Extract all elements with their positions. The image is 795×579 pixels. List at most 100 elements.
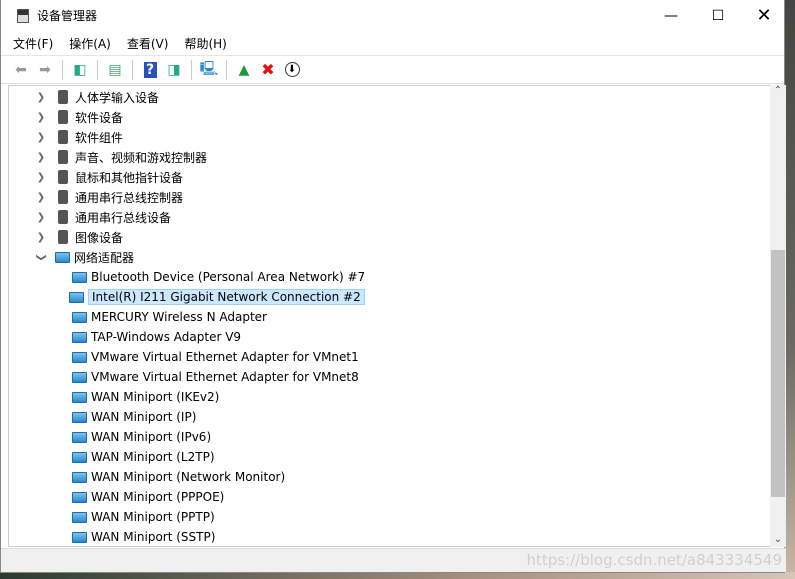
toolbar-separator	[97, 59, 98, 80]
expand-icon[interactable]: ❯	[35, 232, 47, 243]
category-label: 软件组件	[75, 130, 124, 145]
tree-device-item[interactable]: VMware Virtual Ethernet Adapter for VMne…	[72, 367, 359, 387]
speaker-icon	[58, 150, 68, 164]
desktop-background	[0, 572, 795, 579]
menu-view[interactable]: 查看(V)	[127, 35, 169, 52]
tree-category[interactable]: ❯ 通用串行总线控制器	[35, 187, 183, 207]
tree-device-item[interactable]: WAN Miniport (Network Monitor)	[72, 467, 285, 487]
tree-device-item[interactable]: TAP-Windows Adapter V9	[72, 327, 241, 347]
tree-device-item[interactable]: VMware Virtual Ethernet Adapter for VMne…	[72, 347, 359, 367]
toolbar: ⬅ ➡ ◧ ▤ ? ◨ 🖳 ▲ ✖ ⬇	[1, 55, 784, 84]
toolbar-separator	[62, 59, 63, 80]
category-label: 声音、视频和游戏控制器	[75, 150, 208, 165]
collapse-icon[interactable]: ❯	[36, 251, 47, 263]
tree-device-item[interactable]: WAN Miniport (IPv6)	[72, 427, 211, 447]
show-hide-console-tree-icon[interactable]: ◧	[70, 60, 90, 80]
device-label: Bluetooth Device (Personal Area Network)…	[91, 270, 366, 284]
scroll-down-icon[interactable]: ⌄	[770, 534, 786, 545]
device-label: WAN Miniport (SSTP)	[91, 530, 216, 544]
device-label: TAP-Windows Adapter V9	[91, 330, 242, 344]
tree-category[interactable]: ❯ 人体学输入设备	[35, 87, 159, 107]
device-label: WAN Miniport (Network Monitor)	[91, 470, 286, 484]
expand-icon[interactable]: ❯	[35, 152, 47, 163]
software-device-icon	[58, 110, 68, 124]
update-driver-icon[interactable]: ▲	[234, 60, 254, 80]
expand-icon[interactable]: ❯	[35, 112, 47, 123]
action-pane-icon[interactable]: ◨	[164, 60, 184, 80]
forward-icon[interactable]: ➡	[35, 60, 55, 80]
expand-icon[interactable]: ❯	[35, 92, 47, 103]
uninstall-icon[interactable]: ✖	[258, 60, 278, 80]
tree-category[interactable]: ❯ 鼠标和其他指针设备	[35, 167, 183, 187]
properties-icon[interactable]: ▤	[105, 60, 125, 80]
watermark: https://blog.csdn.net/a843334549	[526, 551, 782, 569]
network-adapter-icon	[72, 351, 87, 363]
tree-device-item[interactable]: WAN Miniport (PPTP)	[72, 507, 215, 527]
tree-category[interactable]: ❯ 声音、视频和游戏控制器	[35, 147, 207, 167]
category-label: 图像设备	[75, 230, 124, 245]
toolbar-separator	[132, 59, 133, 80]
menu-action[interactable]: 操作(A)	[69, 35, 111, 52]
expand-icon[interactable]: ❯	[35, 132, 47, 143]
tree-device-item[interactable]: MERCURY Wireless N Adapter	[72, 307, 267, 327]
menu-bar: 文件(F) 操作(A) 查看(V) 帮助(H)	[1, 31, 784, 55]
scroll-up-icon[interactable]: ⌃	[770, 85, 786, 96]
scrollbar-thumb[interactable]	[771, 250, 785, 497]
network-adapter-icon	[72, 511, 87, 523]
toolbar-separator	[226, 59, 227, 80]
device-label: VMware Virtual Ethernet Adapter for VMne…	[91, 350, 359, 364]
device-label: MERCURY Wireless N Adapter	[91, 310, 267, 324]
tree-category[interactable]: ❯ 软件设备	[35, 107, 123, 127]
vertical-scrollbar[interactable]: ⌃ ⌄	[770, 85, 786, 547]
tree-category[interactable]: ❯ 图像设备	[35, 227, 123, 247]
mouse-icon	[58, 170, 68, 184]
category-label: 鼠标和其他指针设备	[75, 170, 184, 185]
tree-device-item[interactable]: WAN Miniport (SSTP)	[72, 527, 216, 546]
device-label: WAN Miniport (IPv6)	[91, 430, 212, 444]
network-adapter-icon	[72, 411, 87, 423]
tree-category-network-adapters[interactable]: ❯ 网络适配器	[35, 247, 135, 267]
category-label: 通用串行总线控制器	[75, 190, 184, 205]
disable-icon[interactable]: ⬇	[282, 60, 302, 80]
tree-category[interactable]: ❯ 软件组件	[35, 127, 123, 147]
tree-device-item[interactable]: Intel(R) I211 Gigabit Network Connection…	[69, 287, 365, 307]
device-manager-window: 设备管理器 — ☐ ✕ 文件(F) 操作(A) 查看(V) 帮助(H) ⬅ ➡ …	[0, 0, 787, 573]
network-adapter-icon	[72, 531, 87, 543]
expand-icon[interactable]: ❯	[35, 212, 47, 223]
maximize-button[interactable]: ☐	[695, 0, 741, 31]
network-adapter-icon	[72, 451, 87, 463]
close-button[interactable]: ✕	[741, 0, 787, 31]
tree-device-item[interactable]: WAN Miniport (L2TP)	[72, 447, 215, 467]
tree-device-item[interactable]: Bluetooth Device (Personal Area Network)…	[72, 267, 365, 287]
network-adapter-icon	[72, 371, 87, 383]
network-adapter-icon	[72, 311, 87, 323]
device-label: WAN Miniport (PPPOE)	[91, 490, 225, 504]
software-component-icon	[58, 130, 68, 144]
category-label: 人体学输入设备	[75, 90, 160, 105]
device-label: WAN Miniport (L2TP)	[91, 450, 215, 464]
network-adapter-icon	[72, 391, 87, 403]
device-label: WAN Miniport (IKEv2)	[91, 390, 220, 404]
menu-file[interactable]: 文件(F)	[13, 35, 53, 52]
device-label: WAN Miniport (IP)	[91, 410, 197, 424]
device-label: Intel(R) I211 Gigabit Network Connection…	[88, 289, 365, 305]
expand-icon[interactable]: ❯	[35, 172, 47, 183]
tree-category[interactable]: ❯ 通用串行总线设备	[35, 207, 171, 227]
expand-icon[interactable]: ❯	[35, 192, 47, 203]
tree-device-item[interactable]: WAN Miniport (PPPOE)	[72, 487, 224, 507]
usb-icon	[58, 210, 68, 224]
help-icon[interactable]: ?	[140, 60, 160, 80]
camera-icon	[58, 230, 68, 244]
network-adapter-icon	[72, 431, 87, 443]
menu-help[interactable]: 帮助(H)	[184, 35, 226, 52]
device-label: WAN Miniport (PPTP)	[91, 510, 215, 524]
usb-icon	[58, 190, 68, 204]
back-icon[interactable]: ⬅	[11, 60, 31, 80]
scan-hardware-icon[interactable]: 🖳	[199, 60, 219, 80]
network-adapter-icon	[69, 291, 84, 303]
network-adapter-icon	[72, 471, 87, 483]
network-adapter-icon	[72, 271, 87, 283]
tree-device-item[interactable]: WAN Miniport (IKEv2)	[72, 387, 219, 407]
tree-device-item[interactable]: WAN Miniport (IP)	[72, 407, 196, 427]
minimize-button[interactable]: —	[648, 0, 694, 31]
